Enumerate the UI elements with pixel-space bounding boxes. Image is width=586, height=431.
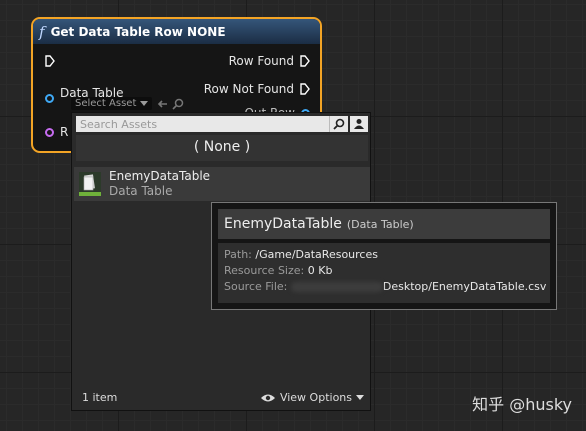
- search-button[interactable]: [329, 116, 348, 132]
- row-struct-pin[interactable]: R: [45, 125, 68, 139]
- tooltip-asset-name: EnemyDataTable: [224, 216, 342, 232]
- asset-list-item[interactable]: EnemyDataTable Data Table: [74, 167, 370, 201]
- asset-type: Data Table: [109, 184, 173, 198]
- function-icon: f: [39, 22, 45, 41]
- node-title: Get Data Table Row NONE: [50, 24, 226, 39]
- row-struct-label: R: [60, 125, 69, 139]
- use-selected-arrow-icon[interactable]: [156, 99, 168, 109]
- exec-pin-icon: [45, 55, 55, 67]
- item-count: 1 item: [82, 391, 118, 404]
- tooltip-path: /Game/DataResources: [255, 248, 378, 261]
- row-not-found-pin[interactable]: Row Not Found: [204, 82, 310, 96]
- chevron-down-icon: [356, 395, 364, 400]
- search-assets-input[interactable]: [76, 116, 329, 132]
- data-table-pin-icon: [45, 94, 54, 103]
- asset-tooltip: EnemyDataTable (Data Table) Path: /Game/…: [211, 202, 557, 310]
- user-icon: [354, 119, 364, 129]
- search-icon: [333, 118, 345, 130]
- select-asset-label: Select Asset: [75, 98, 137, 109]
- tooltip-source: Desktop/EnemyDataTable.csv: [382, 280, 547, 293]
- watermark: 知乎 @husky: [472, 395, 572, 414]
- exec-pin-icon: [300, 83, 310, 95]
- chevron-down-icon: [139, 101, 148, 106]
- redacted-blur: [290, 282, 383, 292]
- data-table-asset-icon: [79, 172, 101, 196]
- tooltip-details: Path: /Game/DataResources Resource Size:…: [218, 243, 550, 303]
- struct-pin-icon: [45, 127, 54, 137]
- row-found-label: Row Found: [228, 54, 294, 68]
- tooltip-size-line: Resource Size: 0 Kb: [224, 264, 333, 277]
- none-option[interactable]: ( None ): [76, 135, 368, 161]
- tooltip-header: EnemyDataTable (Data Table): [218, 209, 550, 239]
- view-options-label: View Options: [279, 391, 352, 404]
- view-options-button[interactable]: View Options: [260, 391, 364, 404]
- exec-in-pin[interactable]: [45, 55, 55, 67]
- tooltip-size: 0 Kb: [307, 264, 333, 277]
- eye-icon: [260, 394, 275, 401]
- browse-search-icon[interactable]: [171, 98, 184, 110]
- tooltip-path-line: Path: /Game/DataResources: [224, 248, 378, 261]
- search-row: [76, 116, 368, 132]
- node-header[interactable]: f Get Data Table Row NONE: [33, 19, 320, 44]
- asset-name: EnemyDataTable: [109, 169, 211, 183]
- select-asset-dropdown[interactable]: Select Asset: [71, 97, 184, 110]
- tooltip-source-line: Source File: Desktop/EnemyDataTable.csv: [224, 280, 547, 293]
- tooltip-asset-type: (Data Table): [346, 217, 414, 231]
- exec-pin-icon: [300, 55, 310, 67]
- filter-button[interactable]: [350, 116, 368, 132]
- row-found-pin[interactable]: Row Found: [229, 54, 310, 68]
- row-not-found-label: Row Not Found: [203, 82, 294, 96]
